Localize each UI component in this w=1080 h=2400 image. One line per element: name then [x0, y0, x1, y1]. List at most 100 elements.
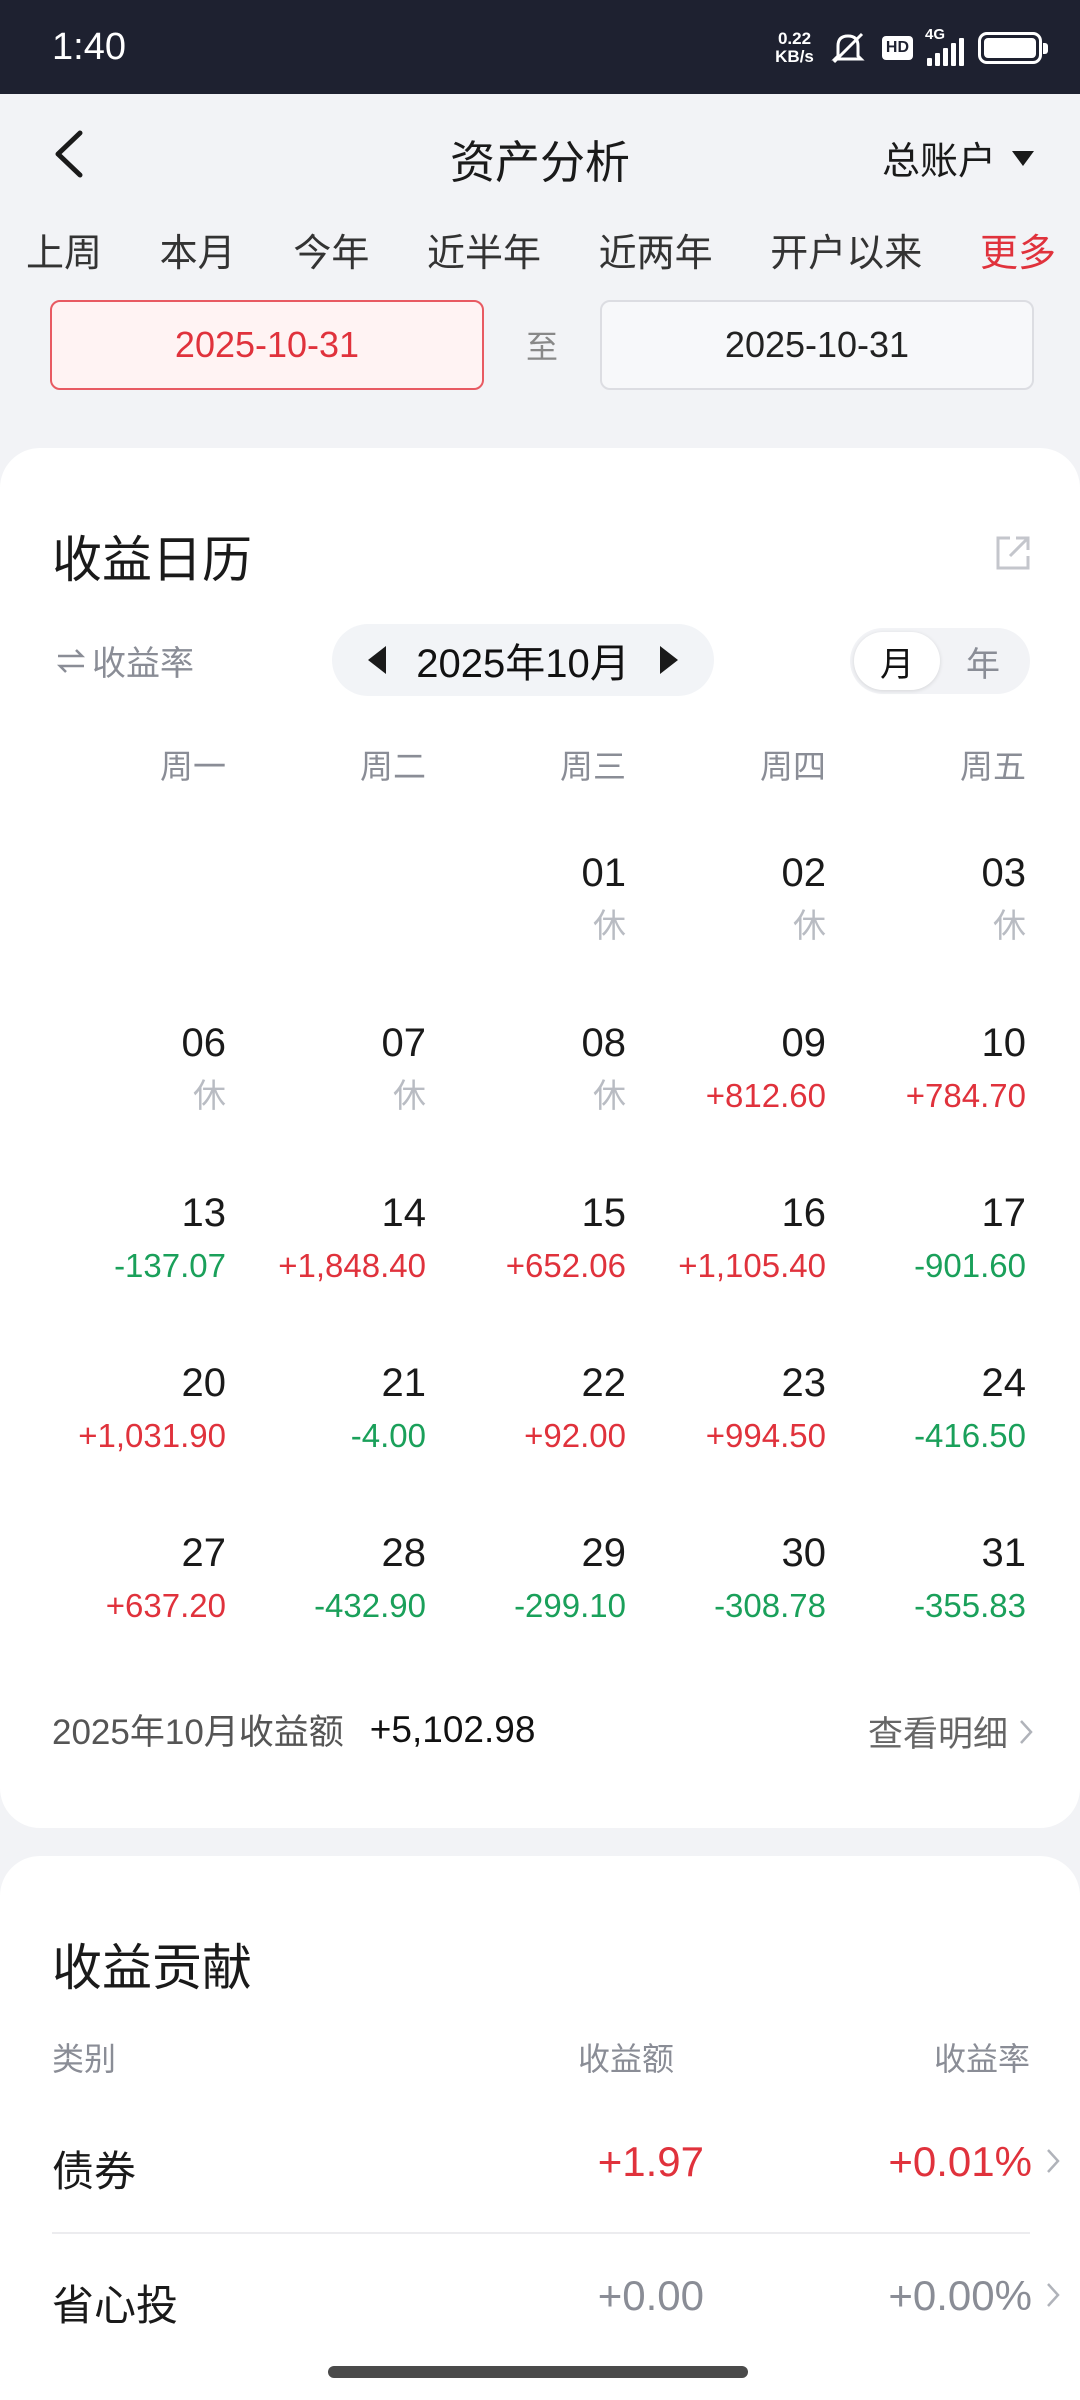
top-nav-bar: 资产分析 总账户	[0, 94, 1080, 224]
day-number: 16	[781, 1191, 827, 1235]
calendar-day-cell[interactable]: 29 -299.10	[426, 1530, 626, 1700]
day-number: 15	[581, 1191, 627, 1235]
day-profit: +1,848.40	[278, 1247, 426, 1284]
period-tab[interactable]: 开户以来	[770, 222, 922, 277]
calendar-day-cell[interactable]: 20 +1,031.90	[26, 1360, 226, 1530]
summary-value: +5,102.98	[369, 1708, 536, 1750]
calendar-day-cell[interactable]: 23 +994.50	[626, 1360, 826, 1530]
category-amount: +1.97	[597, 2138, 704, 2185]
holiday-label: 休	[393, 1077, 426, 1114]
day-profit: -137.07	[114, 1247, 226, 1284]
day-number: 01	[581, 851, 627, 895]
day-number: 28	[381, 1531, 427, 1575]
month-summary: 2025年10月收益额 +5,102.98	[52, 1704, 535, 1755]
account-selector[interactable]: 总账户	[882, 130, 1036, 185]
metric-toggle[interactable]: 收益率	[56, 636, 194, 685]
period-tab[interactable]: 近两年	[599, 222, 713, 277]
header-rate: 收益率	[933, 2041, 1030, 2077]
calendar-day-cell[interactable]: 14 +1,848.40	[226, 1190, 426, 1360]
metric-toggle-label: 收益率	[92, 645, 194, 683]
calendar-day-cell[interactable]: 17 -901.60	[826, 1190, 1026, 1360]
calendar-day-cell[interactable]: 21 -4.00	[226, 1360, 426, 1530]
calendar-day-cell[interactable]: 08 休	[426, 1020, 627, 1190]
day-number: 23	[781, 1361, 827, 1405]
calendar-day-cell[interactable]: 02 休	[626, 850, 827, 1020]
holiday-label: 休	[193, 1077, 226, 1114]
calendar-day-cell[interactable]: 01 休	[426, 850, 627, 1020]
weekday-label: 周四	[760, 748, 826, 785]
end-date-field[interactable]: 2025-10-31	[600, 300, 1034, 390]
net-speed-value: 0.22	[777, 29, 812, 48]
calendar-day-cell[interactable]: 28 -432.90	[226, 1530, 426, 1700]
contribution-row[interactable]: 省心投 +0.00 +0.00%	[52, 2236, 1060, 2366]
day-profit: +92.00	[524, 1417, 626, 1454]
weekday-label: 周三	[560, 748, 626, 785]
category-rate: +0.00%	[888, 2272, 1032, 2319]
calendar-grid: 01 休 02 休 03 休 06 休 07 休 08 休 09 +812.60 10 +784.70 13 -1…	[26, 850, 1026, 1700]
prev-month-icon[interactable]	[368, 646, 386, 674]
weekday-label: 周五	[960, 748, 1026, 785]
category-name: 省心投	[52, 2282, 179, 2329]
calendar-day-cell[interactable]: 15 +652.06	[426, 1190, 626, 1360]
day-profit: +637.20	[105, 1587, 226, 1624]
mute-bell-icon	[831, 32, 865, 64]
period-tab[interactable]: 近半年	[427, 222, 541, 277]
header-category: 类别	[52, 2041, 117, 2077]
status-bar: 1:40 0.22 KB/s HD 4G	[0, 0, 1080, 94]
status-time: 1:40	[52, 26, 126, 68]
calendar-day-cell[interactable]: 27 +637.20	[26, 1530, 226, 1700]
period-tab[interactable]: 更多	[980, 222, 1056, 277]
day-profit: -901.60	[914, 1247, 1026, 1284]
chevron-right-icon	[1047, 2283, 1060, 2307]
contribution-row[interactable]: 债券 +1.97 +0.01%	[52, 2102, 1060, 2232]
calendar-day-cell[interactable]: 31 -355.83	[826, 1530, 1026, 1700]
account-label: 总账户	[881, 141, 996, 183]
profit-calendar-card: 收益日历 收益率 2025年10月 月 年 周一 周二 周三 周四 周五 01 休 02 休 0…	[0, 448, 1080, 1828]
start-date-field[interactable]: 2025-10-31	[50, 300, 484, 390]
calendar-day-cell[interactable]: 30 -308.78	[626, 1530, 826, 1700]
view-details-link[interactable]: 查看明细	[868, 1706, 1034, 1757]
header-amount: 收益额	[578, 2041, 675, 2077]
battery-level	[984, 38, 1036, 58]
day-number: 10	[981, 1021, 1027, 1065]
mode-month-button[interactable]: 月	[854, 632, 940, 690]
day-number: 20	[181, 1361, 227, 1405]
day-profit: +812.60	[705, 1077, 826, 1114]
day-profit: -308.78	[714, 1587, 826, 1624]
period-tab[interactable]: 上周	[26, 222, 102, 277]
period-tab[interactable]: 今年	[293, 222, 369, 277]
day-number: 21	[381, 1361, 427, 1405]
calendar-day-cell[interactable]: 07 休	[226, 1020, 427, 1190]
category-amount: +0.00	[597, 2272, 704, 2319]
calendar-day-cell[interactable]: 03 休	[826, 850, 1027, 1020]
calendar-day-cell[interactable]: 09 +812.60	[626, 1020, 826, 1190]
day-number: 17	[981, 1191, 1027, 1235]
mode-year-button[interactable]: 年	[940, 632, 1026, 690]
month-navigator: 2025年10月	[332, 624, 714, 696]
view-details-label: 查看明细	[867, 1715, 1008, 1754]
month-label: 2025年10月	[416, 642, 630, 686]
day-profit: -299.10	[514, 1587, 626, 1624]
day-number: 02	[781, 851, 827, 895]
calendar-day-cell[interactable]: 16 +1,105.40	[626, 1190, 826, 1360]
calendar-day-cell[interactable]: 06 休	[26, 1020, 227, 1190]
next-month-icon[interactable]	[659, 646, 678, 674]
calendar-day-cell[interactable]: 13 -137.07	[26, 1190, 226, 1360]
weekday-header: 周一 周二 周三 周四 周五	[26, 740, 1026, 788]
day-profit: -432.90	[314, 1587, 426, 1624]
calendar-day-cell[interactable]: 10 +784.70	[826, 1020, 1026, 1190]
day-profit: -416.50	[914, 1417, 1026, 1454]
day-profit: -355.83	[914, 1587, 1026, 1624]
period-tab[interactable]: 本月	[160, 222, 236, 277]
day-number: 13	[181, 1191, 227, 1235]
date-range: 2025-10-31 至 2025-10-31	[50, 300, 1034, 390]
holiday-label: 休	[593, 1077, 626, 1114]
calendar-day-cell[interactable]: 22 +92.00	[426, 1360, 626, 1530]
holiday-label: 休	[593, 907, 626, 944]
day-number: 22	[581, 1361, 627, 1405]
calendar-day-cell[interactable]: 24 -416.50	[826, 1360, 1026, 1530]
chevron-right-icon	[1047, 2149, 1060, 2173]
share-icon[interactable]	[992, 532, 1034, 574]
home-indicator[interactable]	[328, 2366, 748, 2378]
category-rate: +0.01%	[888, 2138, 1032, 2185]
